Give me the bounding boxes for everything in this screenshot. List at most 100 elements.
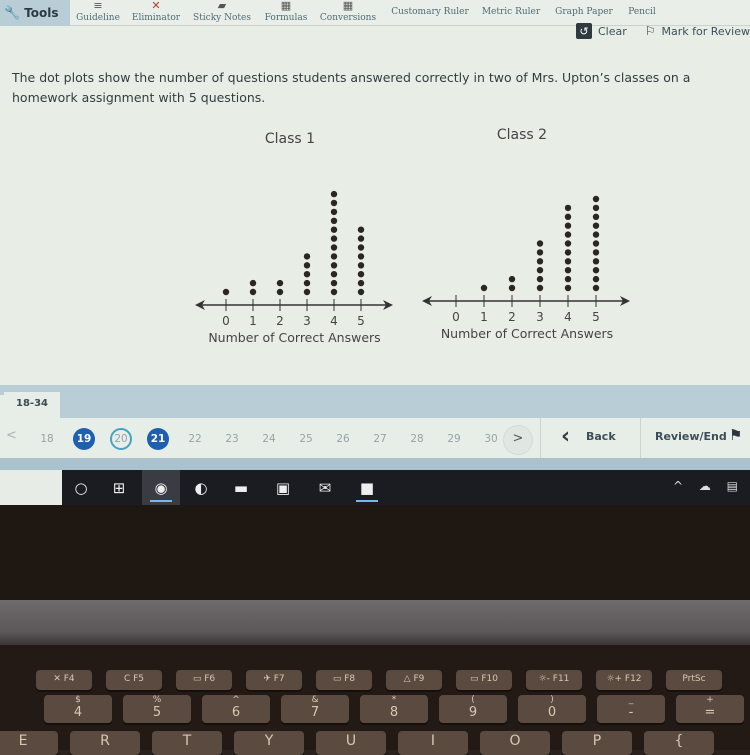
letter-key[interactable]: E [0, 731, 58, 755]
letter-key[interactable]: I [398, 731, 468, 755]
number-key[interactable]: %5 [123, 695, 191, 723]
flag-icon: ⚑ [729, 426, 742, 444]
number-key[interactable]: )0 [518, 695, 586, 723]
number-key[interactable]: $4 [44, 695, 112, 723]
question-27-button[interactable]: 27 [369, 428, 391, 450]
tick-label: 4 [330, 314, 338, 328]
store-icon[interactable]: ▣ [264, 470, 302, 505]
clear-button[interactable]: Clear [598, 25, 627, 38]
data-dot [223, 289, 229, 295]
tools-button[interactable]: 🔧 Tools [0, 0, 70, 26]
data-dot [331, 235, 337, 241]
function-key[interactable]: ✕ F4 [36, 670, 92, 690]
question-range-tab[interactable]: 18-34 [4, 392, 60, 418]
next-page-button[interactable]: > [503, 425, 533, 455]
tick-label: 2 [276, 314, 284, 328]
question-28-button[interactable]: 28 [406, 428, 428, 450]
data-dot [565, 285, 571, 291]
task-view-icon[interactable]: ⊞ [100, 470, 138, 505]
number-key[interactable]: _- [597, 695, 665, 723]
tool-formulas[interactable]: ▦ Formulas [260, 0, 312, 26]
test-app-screen: 🔧 Tools ≡ Guideline ✕ Eliminator ▰ Stick… [0, 0, 750, 505]
data-dot [331, 253, 337, 259]
letter-key[interactable]: { [644, 731, 714, 755]
data-dot [509, 276, 515, 282]
data-dot [304, 262, 310, 268]
letter-key[interactable]: T [152, 731, 222, 755]
tool-graph-paper[interactable]: Graph Paper [550, 0, 618, 20]
mail-icon[interactable]: ✉ [306, 470, 344, 505]
data-dot [593, 285, 599, 291]
function-key[interactable]: △ F9 [386, 670, 442, 690]
eliminator-icon: ✕ [128, 0, 184, 12]
question-26-button[interactable]: 26 [332, 428, 354, 450]
file-explorer-icon[interactable]: ▬ [222, 470, 260, 505]
chrome-icon[interactable]: ◉ [142, 470, 180, 505]
chart-title: Class 2 [497, 127, 547, 143]
wrench-icon: 🔧 [4, 6, 20, 21]
back-button[interactable]: ‹ Back [540, 418, 640, 458]
data-dot [358, 289, 364, 295]
question-18-button[interactable]: 18 [36, 428, 58, 450]
tool-guideline[interactable]: ≡ Guideline [74, 0, 122, 26]
data-dot [593, 231, 599, 237]
tool-conversions[interactable]: ▦ Conversions [316, 0, 380, 26]
data-dot [537, 276, 543, 282]
tick-label: 0 [222, 314, 230, 328]
data-dot [565, 205, 571, 211]
function-key[interactable]: PrtSc [666, 670, 722, 690]
question-23-button[interactable]: 23 [221, 428, 243, 450]
number-key[interactable]: (9 [439, 695, 507, 723]
data-dot [593, 196, 599, 202]
tool-eliminator[interactable]: ✕ Eliminator [128, 0, 184, 26]
question-19-button[interactable]: 19 [73, 428, 95, 450]
question-30-button[interactable]: 30 [480, 428, 502, 450]
range-bar [60, 395, 750, 418]
data-dot [277, 280, 283, 286]
question-20-button[interactable]: 20 [110, 428, 132, 450]
letter-key[interactable]: P [562, 731, 632, 755]
question-21-button[interactable]: 21 [147, 428, 169, 450]
data-dot [358, 227, 364, 233]
tool-metric-ruler[interactable]: Metric Ruler [478, 0, 544, 20]
mark-for-review-button[interactable]: Mark for Review [662, 25, 750, 38]
undo-icon: ↺ [576, 23, 592, 39]
tool-pencil[interactable]: Pencil [622, 0, 662, 20]
data-dot [593, 258, 599, 264]
tick-label: 1 [249, 314, 257, 328]
number-key[interactable]: *8 [360, 695, 428, 723]
letter-key[interactable]: O [480, 731, 550, 755]
number-key[interactable]: ^6 [202, 695, 270, 723]
question-24-button[interactable]: 24 [258, 428, 280, 450]
letter-key[interactable]: R [70, 731, 140, 755]
taskbar-search-area[interactable] [0, 470, 62, 505]
question-29-button[interactable]: 29 [443, 428, 465, 450]
nav-top-strip [0, 385, 750, 395]
function-key[interactable]: ☼+ F12 [596, 670, 652, 690]
tool-customary-ruler[interactable]: Customary Ruler [388, 0, 472, 20]
function-key[interactable]: ▭ F10 [456, 670, 512, 690]
review-end-button[interactable]: Review/End ⚑ [640, 418, 750, 458]
tool-sticky-notes[interactable]: ▰ Sticky Notes [190, 0, 254, 26]
zoom-icon[interactable]: ■ [348, 470, 386, 505]
data-dot [358, 271, 364, 277]
question-22-button[interactable]: 22 [184, 428, 206, 450]
function-key[interactable]: ✈ F7 [246, 670, 302, 690]
data-dot [358, 262, 364, 268]
data-dot [331, 200, 337, 206]
edge-icon[interactable]: ◐ [182, 470, 220, 505]
letter-key[interactable]: Y [234, 731, 304, 755]
number-key[interactable]: += [676, 695, 744, 723]
prev-page-icon[interactable]: < [6, 428, 17, 443]
system-tray[interactable]: ^ ☁ ▤ [673, 479, 744, 493]
question-25-button[interactable]: 25 [295, 428, 317, 450]
flag-icon: ⚐ [645, 24, 656, 38]
number-key[interactable]: &7 [281, 695, 349, 723]
function-key[interactable]: ▭ F6 [176, 670, 232, 690]
function-key[interactable]: C F5 [106, 670, 162, 690]
function-key[interactable]: ☼- F11 [526, 670, 582, 690]
function-key[interactable]: ▭ F8 [316, 670, 372, 690]
data-dot [304, 271, 310, 277]
search-icon[interactable]: ○ [62, 470, 100, 505]
letter-key[interactable]: U [316, 731, 386, 755]
